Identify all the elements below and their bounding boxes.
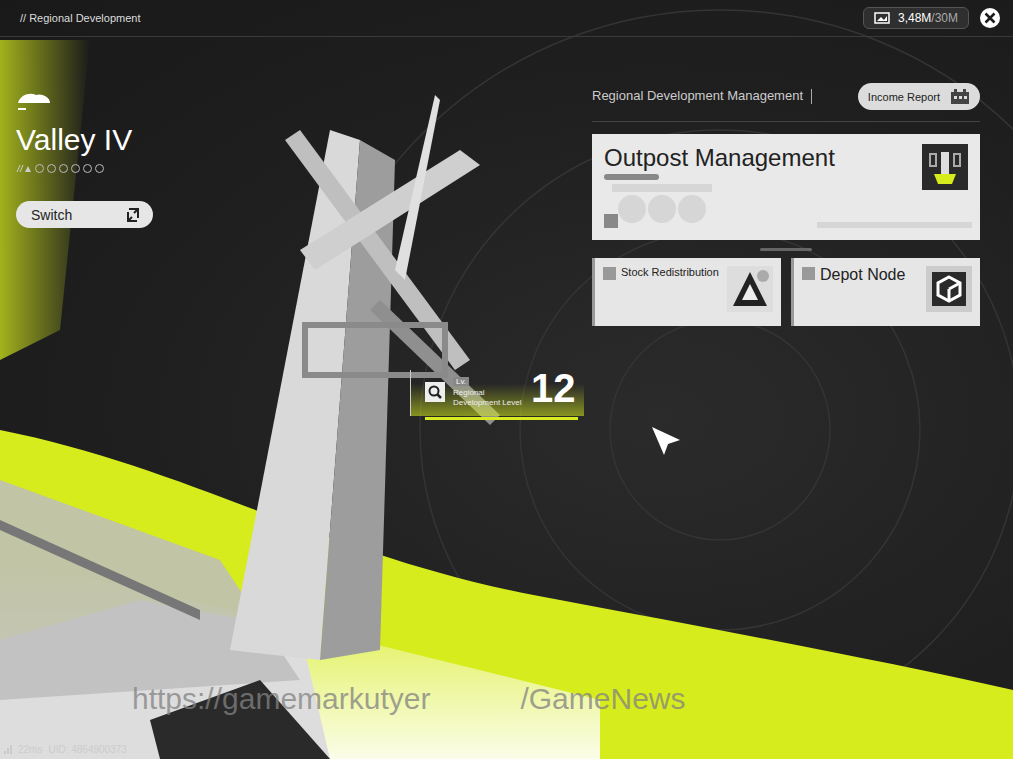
marker-icon — [16, 164, 32, 173]
progress-dot — [95, 164, 104, 173]
level-caption: Lv. Regional Development Level — [453, 377, 523, 407]
progress-dot — [47, 164, 56, 173]
development-level-badge[interactable]: Lv. Regional Development Level 12 — [410, 370, 584, 416]
card-title: Stock Redistribution — [621, 266, 719, 278]
top-bar: // Regional Development 3,48M/30M — [0, 0, 1013, 37]
income-report-button[interactable]: Income Report — [858, 83, 980, 110]
outpost-icon — [922, 144, 968, 230]
currency-counter: 3,48M/30M — [863, 7, 969, 29]
distribution-icon — [727, 266, 773, 318]
management-card[interactable]: Depot Node — [791, 258, 980, 326]
square-icon — [802, 267, 815, 280]
magnifier-icon — [428, 385, 442, 399]
uid: UID: 4854900373 — [48, 744, 126, 755]
switch-icon — [125, 206, 141, 224]
progress-dot — [71, 164, 80, 173]
progress-dot — [35, 164, 44, 173]
switch-button[interactable]: Switch — [16, 201, 153, 228]
card-text: Outpost Management — [604, 144, 835, 230]
region-name: Valley IV — [16, 123, 200, 156]
ping: 22ms — [18, 744, 42, 755]
top-right: 3,48M/30M — [863, 7, 1001, 29]
level-underline — [425, 417, 578, 420]
card-divider — [760, 248, 812, 251]
card-title: Depot Node — [820, 266, 905, 284]
watermark-text: /GameNews — [520, 682, 685, 716]
signal-icon — [4, 745, 12, 754]
status-bar: 22ms UID: 4854900373 — [0, 744, 1013, 759]
breadcrumb: // Regional Development — [20, 12, 140, 24]
progress-dot — [59, 164, 68, 173]
management-card[interactable]: Stock Redistribution — [592, 258, 781, 326]
watermark: https://gamemarkutyer/GameNews — [132, 682, 686, 716]
close-icon[interactable] — [979, 7, 1001, 29]
management-title: Regional Development Management — [592, 89, 812, 103]
region-emblem-icon — [16, 89, 200, 111]
square-icon — [603, 267, 616, 280]
image-icon — [874, 11, 890, 25]
watermark-text: https://gamemarkutyer — [132, 682, 430, 716]
income-report-label: Income Report — [868, 91, 940, 103]
outpost-management-card[interactable]: Outpost Management — [592, 134, 980, 240]
region-panel: Valley IV Switch — [0, 37, 200, 744]
magnifier-box — [425, 382, 445, 402]
card-label: Depot Node — [802, 266, 905, 318]
level-value: 12 — [531, 368, 576, 408]
currency-max: /30M — [931, 11, 958, 25]
card-title: Outpost Management — [604, 144, 835, 172]
card-row: Stock Redistribution Depot Node — [592, 258, 980, 326]
region-progress — [16, 164, 200, 173]
level-caption-text: Regional Development Level — [453, 388, 523, 406]
depot-icon — [926, 266, 972, 318]
calendar-icon — [950, 88, 970, 105]
currency-value: 3,48M/30M — [898, 11, 958, 25]
management-panel: Regional Development Management Income Re… — [592, 37, 980, 744]
management-header: Regional Development Management Income Re… — [592, 83, 980, 122]
currency-amount: 3,48M — [898, 11, 931, 25]
progress-dot — [83, 164, 92, 173]
switch-label: Switch — [31, 207, 72, 223]
card-label: Stock Redistribution — [603, 266, 719, 318]
level-prefix: Lv. — [453, 377, 469, 386]
